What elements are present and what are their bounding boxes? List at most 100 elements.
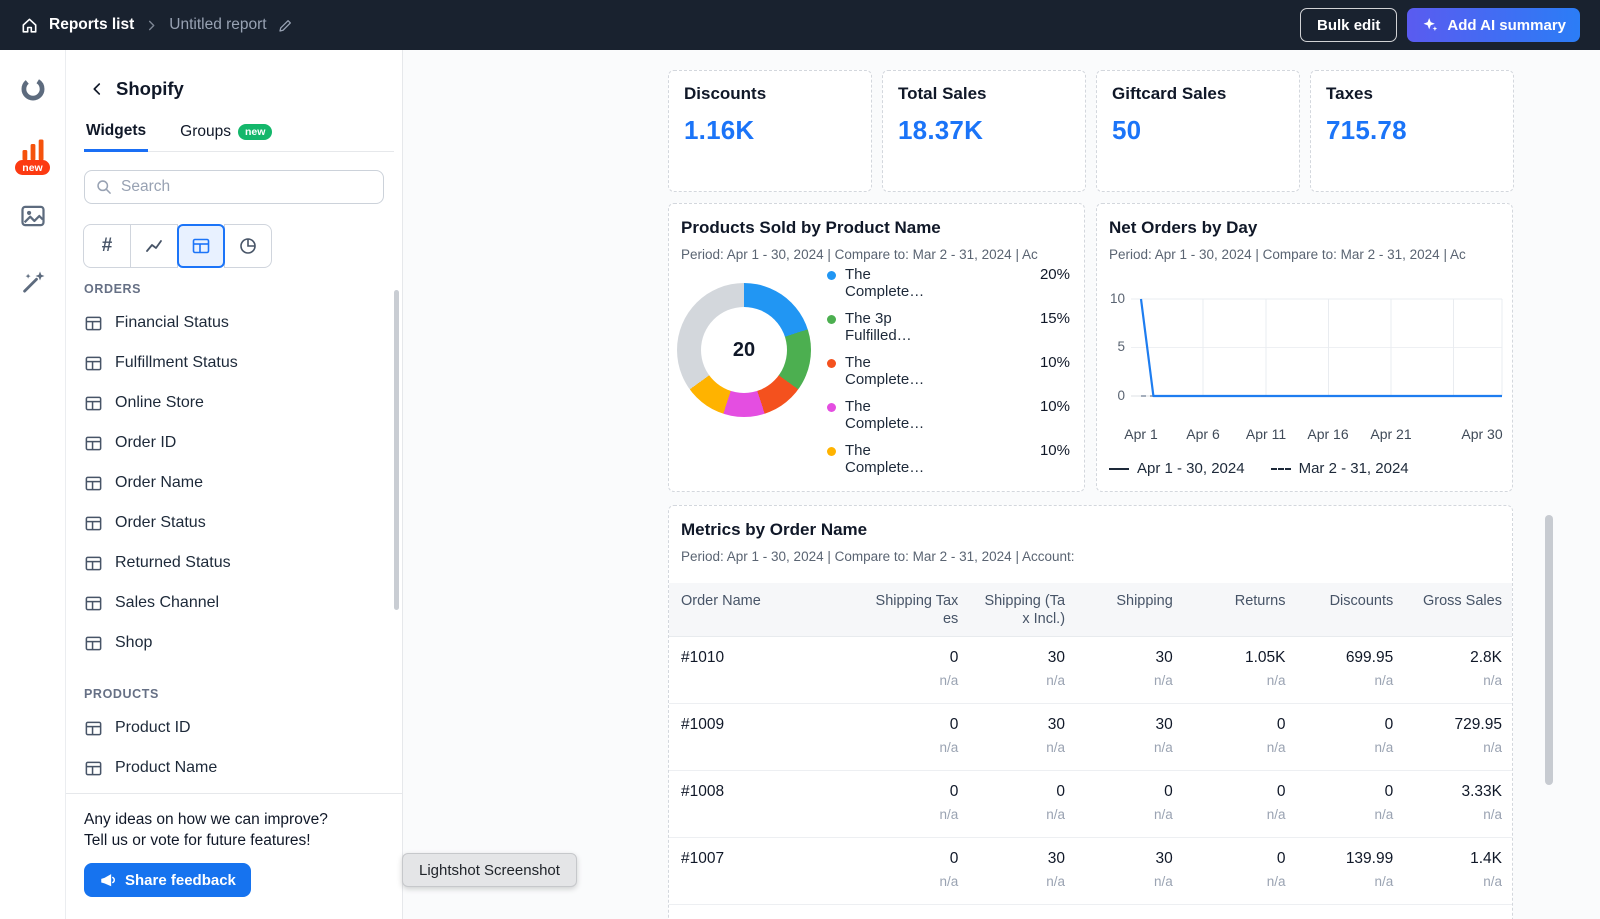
legend-dot (827, 403, 836, 412)
cell: 139.99n/a (1286, 850, 1394, 904)
add-ai-summary-label: Add AI summary (1447, 17, 1566, 34)
lightshot-tooltip: Lightshot Screenshot (402, 853, 577, 887)
sidebar-item[interactable]: Order Name (84, 463, 384, 503)
table-icon (84, 394, 103, 413)
topbar: Reports list Untitled report Bulk edit A… (0, 0, 1600, 50)
app-root: Reports list Untitled report Bulk edit A… (0, 0, 1600, 919)
column-header: Shipping Taxes (859, 592, 959, 636)
table-icon (191, 236, 211, 256)
legend-item: The Complete… 10% (827, 398, 1070, 442)
report-title[interactable]: Untitled report (169, 16, 266, 34)
card-period: Period: Apr 1 - 30, 2024 | Compare to: M… (669, 238, 1084, 262)
column-header: Shipping (Tax Incl.) (958, 592, 1065, 636)
cell-order-name: #1008 (669, 783, 859, 837)
sidebar-item[interactable]: Financial Status (84, 303, 384, 343)
sidebar-item[interactable]: Order Status (84, 503, 384, 543)
edit-title-icon[interactable] (277, 17, 294, 34)
share-feedback-button[interactable]: Share feedback (84, 863, 251, 897)
megaphone-icon (99, 871, 117, 889)
sidebar-item[interactable]: Fulfillment Status (84, 343, 384, 383)
sidebar-header: Shopify (66, 50, 402, 100)
table-row: #1007 0n/a 30n/a 30n/a 0n/a 139.99n/a 1.… (669, 838, 1512, 905)
tab-groups[interactable]: Groups new (178, 116, 274, 151)
x-axis-label: Apr 11 (1246, 426, 1286, 442)
legend-label: Apr 1 - 30, 2024 (1137, 460, 1245, 477)
new-badge: new (238, 124, 272, 140)
home-icon[interactable] (20, 16, 39, 35)
pie-chart-icon (238, 236, 258, 256)
legend-item: Apr 1 - 30, 2024 (1109, 460, 1245, 477)
rail-charts-new-button[interactable]: new (0, 135, 65, 175)
kpi-title: Giftcard Sales (1112, 84, 1284, 104)
metrics-card[interactable]: Metrics by Order Name Period: Apr 1 - 30… (668, 505, 1513, 919)
chevron-right-icon (144, 18, 159, 33)
cell: 0n/a (1173, 850, 1286, 904)
sidebar-item[interactable]: Product Name (84, 748, 384, 788)
legend-line-solid-icon (1109, 468, 1129, 470)
kpi-title: Total Sales (898, 84, 1070, 104)
cell: 699.95n/a (1286, 649, 1394, 703)
cell: 0n/a (1286, 716, 1394, 770)
canvas-scrollbar[interactable] (1545, 515, 1553, 785)
tab-widgets[interactable]: Widgets (84, 116, 148, 152)
table-icon (84, 759, 103, 778)
cell-order-name: #1009 (669, 716, 859, 770)
table-row: #1009 0n/a 30n/a 30n/a 0n/a 0n/a 729.95n… (669, 704, 1512, 771)
legend-label: The Complete… (845, 442, 933, 476)
add-ai-summary-button[interactable]: Add AI summary (1407, 8, 1580, 42)
legend-percent: 10% (1040, 398, 1070, 415)
x-axis-label: Apr 16 (1307, 426, 1348, 442)
sidebar-item[interactable]: Returned Status (84, 543, 384, 583)
widget-type-line[interactable] (130, 224, 178, 268)
net-orders-card[interactable]: Net Orders by Day Period: Apr 1 - 30, 20… (1096, 203, 1513, 492)
legend-dot (827, 271, 836, 280)
kpi-value: 50 (1112, 115, 1284, 146)
widget-type-number[interactable]: # (83, 224, 131, 268)
table-header: Order Name Shipping Taxes Shipping (Tax … (669, 583, 1512, 637)
widget-type-table[interactable] (177, 224, 225, 268)
legend-line-dashed-icon (1271, 468, 1291, 470)
kpi-value: 1.16K (684, 115, 856, 146)
sidebar-item[interactable]: Shop (84, 623, 384, 663)
wand-icon (19, 268, 47, 296)
table-icon (84, 314, 103, 333)
sidebar-item[interactable]: Online Store (84, 383, 384, 423)
legend-dot (827, 359, 836, 368)
icon-rail: new (0, 50, 66, 919)
y-axis-label: 5 (1097, 339, 1125, 354)
cell: 0n/a (1065, 783, 1173, 837)
kpi-card-taxes[interactable]: Taxes 715.78 (1310, 70, 1514, 192)
sidebar-item[interactable]: Product ID (84, 708, 384, 748)
sidebar-scrollbar[interactable] (394, 290, 399, 610)
legend-label: The Complete… (845, 398, 933, 432)
products-sold-card[interactable]: Products Sold by Product Name Period: Ap… (668, 203, 1085, 492)
cell: 30n/a (1065, 649, 1173, 703)
cell-order-name: #1010 (669, 649, 859, 703)
sidebar: Shopify Widgets Groups new # (66, 50, 403, 919)
cell: 30n/a (958, 649, 1065, 703)
table-row: #1008 0n/a 0n/a 0n/a 0n/a 0n/a 3.33Kn/a (669, 771, 1512, 838)
cell: 2.8Kn/a (1393, 649, 1512, 703)
search-icon (95, 178, 113, 196)
sidebar-item-label: Fulfillment Status (115, 354, 238, 372)
cell: 1.05Kn/a (1173, 649, 1286, 703)
sidebar-item[interactable]: Sales Channel (84, 583, 384, 623)
kpi-card-giftcard-sales[interactable]: Giftcard Sales 50 (1096, 70, 1300, 192)
bulk-edit-button[interactable]: Bulk edit (1300, 8, 1397, 42)
number-icon: # (102, 235, 113, 257)
kpi-card-discounts[interactable]: Discounts 1.16K (668, 70, 872, 192)
rail-images-button[interactable] (0, 202, 65, 230)
rail-widgets-button[interactable] (0, 75, 65, 103)
sidebar-item-label: Order Name (115, 474, 203, 492)
cell: 30n/a (1065, 716, 1173, 770)
x-axis-label: Apr 21 (1370, 426, 1411, 442)
widget-type-pie[interactable] (224, 224, 272, 268)
breadcrumb-reports-list[interactable]: Reports list (49, 16, 134, 34)
sidebar-item[interactable]: Order ID (84, 423, 384, 463)
rail-magic-button[interactable] (0, 268, 65, 296)
search-input[interactable] (121, 178, 373, 196)
back-button[interactable] (88, 80, 106, 98)
kpi-card-total-sales[interactable]: Total Sales 18.37K (882, 70, 1086, 192)
legend-percent: 20% (1040, 266, 1070, 283)
section-products: PRODUCTS (84, 687, 384, 701)
